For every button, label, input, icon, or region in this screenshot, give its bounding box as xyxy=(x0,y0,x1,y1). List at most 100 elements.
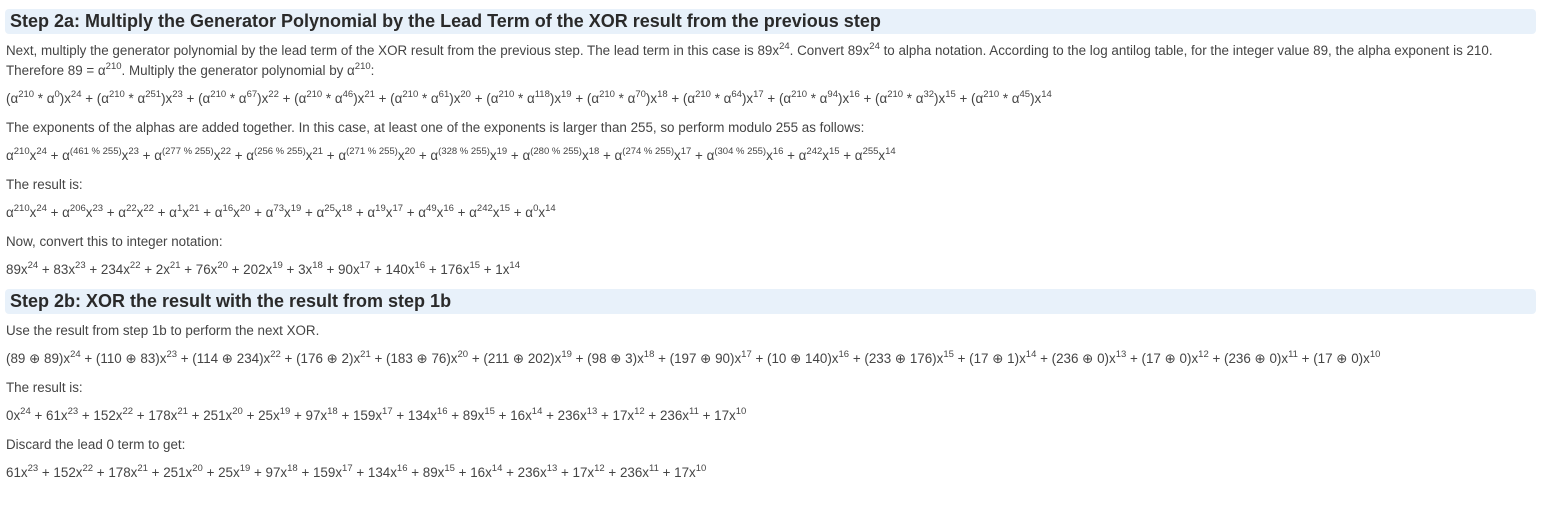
text-segment: + α xyxy=(301,205,325,220)
exponent: 210 xyxy=(105,61,122,72)
exponent: 24 xyxy=(36,146,47,157)
exponent: 46 xyxy=(342,89,354,100)
step-2b-intro-text: Use the result from step 1b to perform t… xyxy=(6,321,1536,341)
text-segment: )x xyxy=(161,91,173,106)
text-segment: (89 ⊕ 89)x xyxy=(6,351,71,366)
text-segment: + α xyxy=(691,148,715,163)
exponent: 11 xyxy=(1288,349,1298,360)
text-segment: + α xyxy=(250,205,274,220)
text-segment: x xyxy=(233,205,240,220)
text-segment: )x xyxy=(353,91,365,106)
exponent: (280 % 255) xyxy=(530,146,582,157)
exponent: 15 xyxy=(499,203,511,214)
text-segment: + 176x xyxy=(425,262,470,277)
exponent: 67 xyxy=(246,89,258,100)
text-segment: + α xyxy=(839,148,863,163)
text-segment: x xyxy=(581,148,589,163)
exponent: 16 xyxy=(838,349,850,360)
exponent: 14 xyxy=(531,406,543,417)
exponent: 14 xyxy=(509,260,520,271)
exponent: 14 xyxy=(885,146,896,157)
exponent: 10 xyxy=(735,406,747,417)
exponent: 210 xyxy=(402,89,419,100)
text-segment: + 236x xyxy=(542,408,587,423)
text-segment: + (197 ⊕ 90)x xyxy=(654,351,742,366)
exponent: 19 xyxy=(375,203,386,214)
text-segment: + 83x xyxy=(38,262,76,277)
text-segment: 0x xyxy=(6,408,21,423)
text-segment: * α xyxy=(614,91,636,106)
text-segment: + α xyxy=(403,205,427,220)
text-segment: + 25x xyxy=(242,408,280,423)
text-segment: + 234x xyxy=(85,262,130,277)
exponent: 17 xyxy=(382,406,393,417)
text-segment: * α xyxy=(807,91,828,106)
exponent: 11 xyxy=(689,406,699,417)
text-segment: + 25x xyxy=(202,465,240,480)
exponent: 70 xyxy=(635,89,646,100)
exponent: 20 xyxy=(217,260,228,271)
text-segment: + 2x xyxy=(140,262,170,277)
text-segment: + 97x xyxy=(250,465,288,480)
exponent: 22 xyxy=(268,89,279,100)
exponent: 23 xyxy=(166,349,178,360)
exponent: 20 xyxy=(192,463,203,474)
exponent: 16 xyxy=(849,89,860,100)
exponent: 14 xyxy=(1025,349,1037,360)
text-segment: + (α xyxy=(667,91,696,106)
exponent: 242 xyxy=(476,203,493,214)
text-segment: + α xyxy=(352,205,376,220)
text-segment: Discard the lead 0 term to get: xyxy=(6,437,186,452)
step-2a-intro-text: Next, multiply the generator polynomial … xyxy=(6,41,1536,81)
text-segment: + (10 ⊕ 140)x xyxy=(751,351,839,366)
text-segment: + (α xyxy=(182,91,211,106)
exponent: (274 % 255) xyxy=(622,146,675,157)
text-segment: + 16x xyxy=(454,465,492,480)
exponent: 45 xyxy=(1019,89,1031,100)
text-segment: + 159x xyxy=(297,465,343,480)
text-segment: + 134x xyxy=(392,408,437,423)
text-segment: + 3x xyxy=(282,262,313,277)
text-segment: The result is: xyxy=(6,380,83,395)
text-segment: )x xyxy=(449,91,461,106)
text-segment: * α xyxy=(322,91,343,106)
exponent: 210 xyxy=(599,89,615,100)
exponent: 24 xyxy=(27,260,39,271)
exponent: 17 xyxy=(680,146,692,157)
text-segment: + α xyxy=(46,148,70,163)
exponent: 24 xyxy=(36,203,47,214)
text-segment: + α xyxy=(783,148,807,163)
exponent: 21 xyxy=(188,203,200,214)
text-segment: + α xyxy=(415,148,439,163)
text-segment: α xyxy=(6,148,14,163)
exponent: 242 xyxy=(806,146,823,157)
exponent: 210 xyxy=(13,146,30,157)
text-segment: + 134x xyxy=(352,465,397,480)
text-segment: + (114 ⊕ 234)x xyxy=(177,351,271,366)
exponent: 10 xyxy=(695,463,707,474)
exponent: 19 xyxy=(290,203,302,214)
exponent: 20 xyxy=(239,203,251,214)
text-segment: )x xyxy=(934,91,946,106)
text-segment: + 236x xyxy=(502,465,547,480)
text-segment: * α xyxy=(903,91,924,106)
exponent: 22 xyxy=(143,203,154,214)
text-segment: + 17x xyxy=(597,408,635,423)
text-segment: + α xyxy=(199,205,223,220)
text-segment: + (α xyxy=(278,91,307,106)
xor-result-label: The result is: xyxy=(6,378,1536,398)
text-segment: + 251x xyxy=(187,408,233,423)
exponent: (304 % 255) xyxy=(714,146,767,157)
text-segment: * α xyxy=(999,91,1020,106)
text-segment: α xyxy=(6,205,14,220)
exponent: 16 xyxy=(436,406,448,417)
text-segment: )x xyxy=(59,91,71,106)
exponent: 19 xyxy=(279,406,291,417)
text-segment: + 17x xyxy=(698,408,736,423)
exponent: 19 xyxy=(239,463,251,474)
text-segment: + (α xyxy=(571,91,600,106)
text-segment: + 202x xyxy=(227,262,273,277)
exponent: 19 xyxy=(272,260,283,271)
discard-label: Discard the lead 0 term to get: xyxy=(6,435,1536,455)
text-segment: + (110 ⊕ 83)x xyxy=(80,351,167,366)
